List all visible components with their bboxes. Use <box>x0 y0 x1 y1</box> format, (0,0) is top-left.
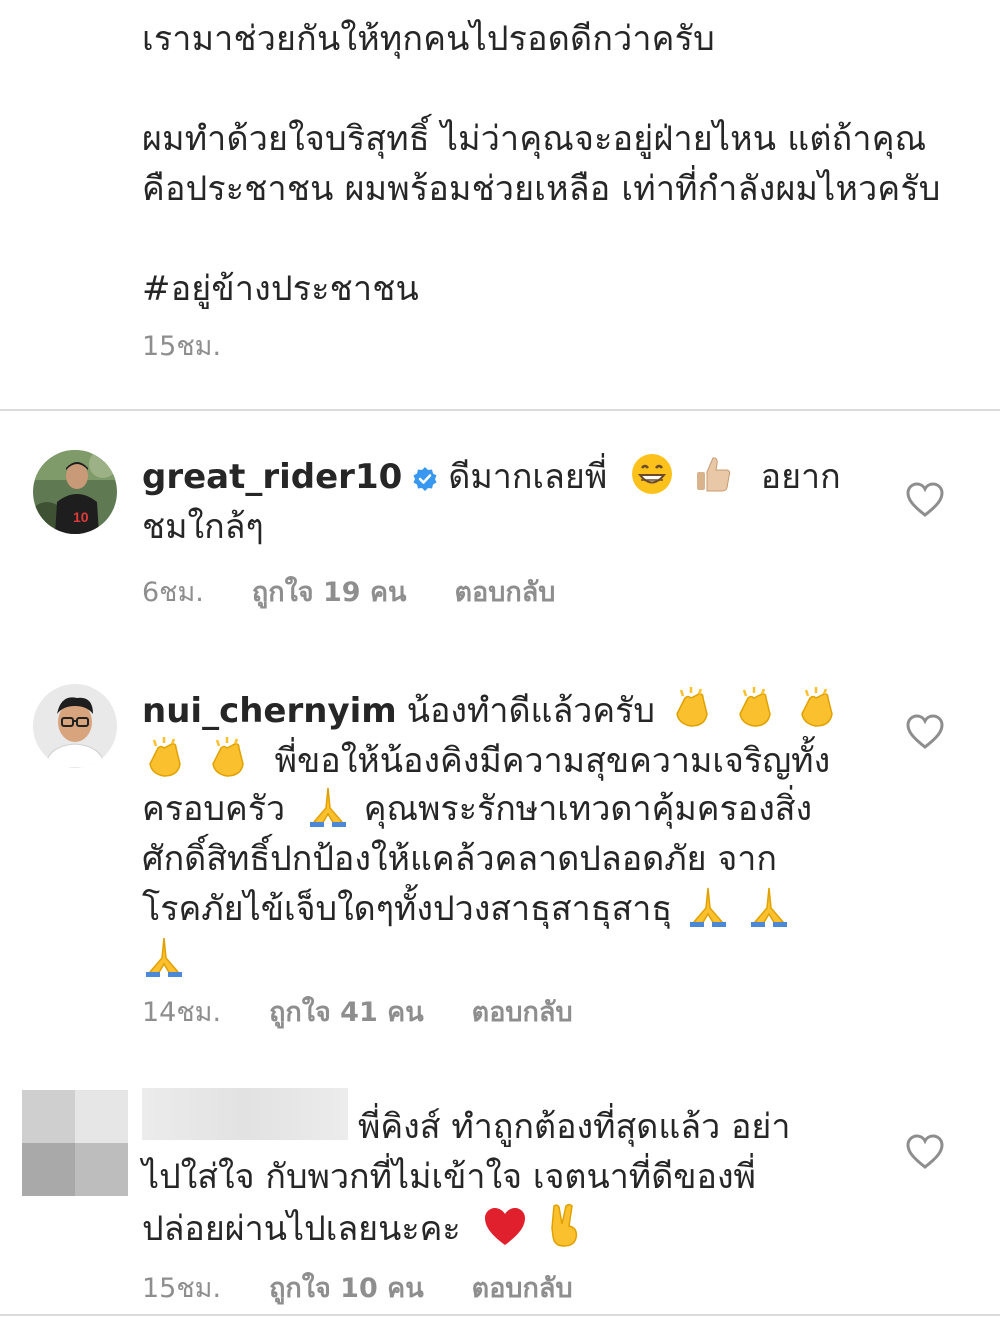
comment-text: น้องทำดีแล้วครับ <box>406 691 655 731</box>
like-heart-icon[interactable] <box>906 482 944 518</box>
folded-hands-emoji <box>747 884 791 942</box>
comment-meta: 6ชม. ถูกใจ 19 คน ตอบกลับ <box>142 570 603 613</box>
comment-text: ปล่อยผ่านไปเลยนะคะ <box>142 1209 461 1249</box>
caption-timestamp: 15ชม. <box>142 331 222 362</box>
thumbs-up-emoji <box>691 452 735 510</box>
bottom-divider <box>0 1314 1000 1316</box>
comment-text: ไปใส่ใจ กับพวกที่ไม่เข้าใจ เจตนาที่ดีของ… <box>142 1157 756 1197</box>
verified-badge-icon <box>412 456 438 506</box>
victory-hand-emoji <box>544 1202 584 1262</box>
comment-text: ครอบครัว <box>142 789 286 829</box>
caption-hashtag[interactable]: #อยู่ข้างประชาชน <box>142 264 982 314</box>
comment-text: ชมใกล้ๆ <box>142 507 264 547</box>
comment-body: great_rider10 ดีมากเลยพี่ อยาก ชมใกล้ๆ <box>142 452 862 552</box>
comment-text: ศักดิ์สิทธิ์ปกป้องให้แคล้วคลาดปลอดภัย จา… <box>142 839 777 879</box>
comment-text: พี่ขอให้น้องคิงมีความสุขความเจริญทั้ง <box>274 741 831 781</box>
comment-timestamp: 15ชม. <box>142 1273 222 1304</box>
comment-text: พี่คิงส์ ทำถูกต้องที่สุดแล้ว อย่า <box>358 1107 791 1147</box>
comment-timestamp: 14ชม. <box>142 997 222 1028</box>
comment-meta: 14ชม. ถูกใจ 41 คน ตอบกลับ <box>142 990 621 1033</box>
comment-body: พี่คิงส์ ทำถูกต้องที่สุดแล้ว อย่า ไปใส่ใ… <box>142 1102 862 1252</box>
comment-body: nui_chernyim น้องทำดีแล้วครับ พี่ขอให้น้อ… <box>142 684 862 984</box>
comment-username[interactable]: great_rider10 <box>142 457 402 497</box>
likes-count-link[interactable]: ถูกใจ 19 คน <box>252 577 407 608</box>
reply-button[interactable]: ตอบกลับ <box>472 1273 573 1304</box>
reply-button[interactable]: ตอบกลับ <box>472 997 573 1028</box>
comment-text: ดีมากเลยพี่ <box>448 457 608 497</box>
comment-text: คุณพระรักษาเทวดาคุ้มครองสิ่ง <box>363 789 813 829</box>
like-heart-icon[interactable] <box>906 714 944 750</box>
comment-meta: 15ชม. ถูกใจ 10 คน ตอบกลับ <box>142 1266 621 1309</box>
caption-line: เรามาช่วยกันให้ทุกคนไปรอดดีกว่าครับ <box>142 19 715 59</box>
comment-text: อยาก <box>760 457 841 497</box>
folded-hands-emoji <box>142 934 186 992</box>
post-caption: เรามาช่วยกันให้ทุกคนไปรอดดีกว่าครับ ผมทำ… <box>142 14 982 367</box>
svg-text:10: 10 <box>73 509 89 525</box>
caption-line: ผมทำด้วยใจบริสุทธิ์ ไม่ว่าคุณจะอยู่ฝ่ายไ… <box>142 119 927 159</box>
avatar[interactable] <box>33 684 117 768</box>
red-heart-emoji <box>483 1206 527 1262</box>
section-divider <box>0 409 1000 411</box>
blurred-avatar[interactable] <box>22 1090 128 1196</box>
reply-button[interactable]: ตอบกลับ <box>454 577 555 608</box>
grinning-face-emoji <box>630 452 674 510</box>
folded-hands-emoji <box>686 884 730 942</box>
likes-count-link[interactable]: ถูกใจ 41 คน <box>269 997 424 1028</box>
likes-count-link[interactable]: ถูกใจ 10 คน <box>269 1273 424 1304</box>
like-heart-icon[interactable] <box>906 1134 944 1170</box>
avatar[interactable]: 10 <box>33 450 117 534</box>
comment-timestamp: 6ชม. <box>142 577 204 608</box>
comment-username[interactable]: nui_chernyim <box>142 691 397 731</box>
caption-line: คือประชาชน ผมพร้อมช่วยเหลือ เท่าที่กำลัง… <box>142 169 941 209</box>
comment-text: โรคภัยไข้เจ็บใดๆทั้งปวงสาธุสาธุสาธุ <box>142 889 673 929</box>
